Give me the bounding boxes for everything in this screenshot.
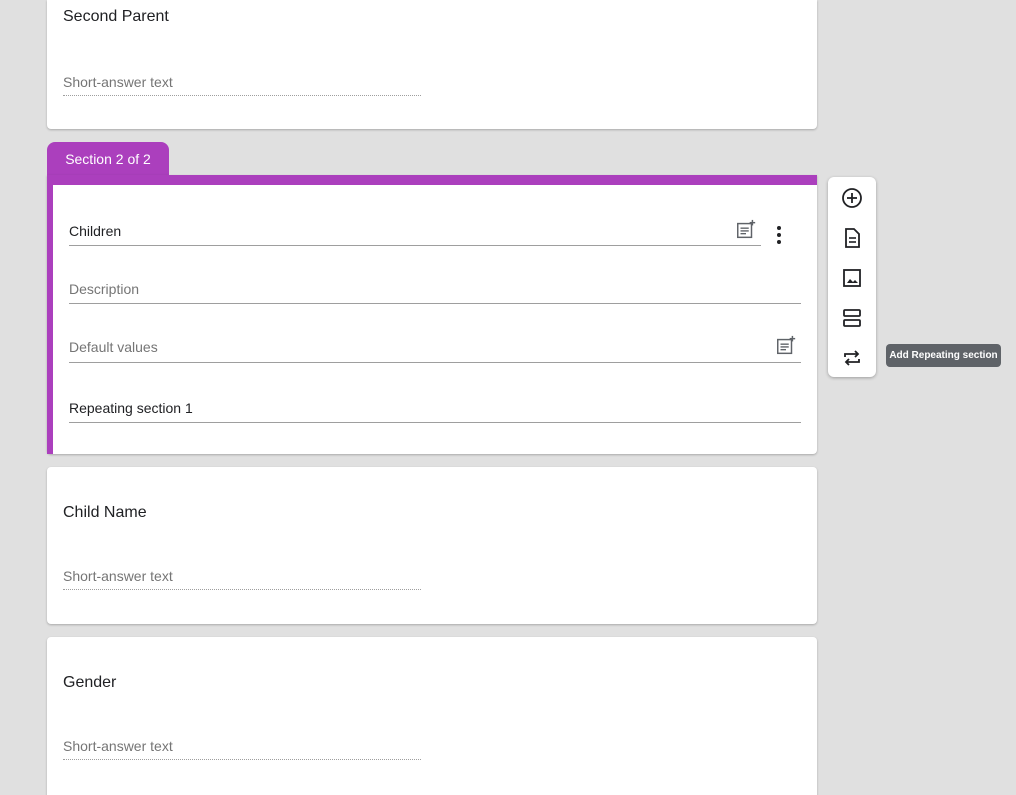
default-values-placeholder: Default values xyxy=(69,339,158,355)
question-card-child-name[interactable]: Child Name Short-answer text xyxy=(47,467,817,624)
tooltip-add-repeating-section: Add Repeating section xyxy=(886,344,1001,367)
description-placeholder: Description xyxy=(69,281,140,297)
section-icon[interactable] xyxy=(839,305,865,331)
title-description-icon[interactable] xyxy=(839,225,865,251)
question-card-second-parent[interactable]: Second Parent Short-answer text xyxy=(47,0,817,129)
question-title: Second Parent xyxy=(63,8,169,25)
repeating-section-name: Repeating section 1 xyxy=(69,400,193,416)
section-title-field[interactable]: Children xyxy=(69,219,761,246)
note-add-icon[interactable] xyxy=(735,219,757,241)
short-answer-field: Short-answer text xyxy=(63,737,421,760)
question-title: Child Name xyxy=(63,504,147,521)
question-card-gender[interactable]: Gender Short-answer text xyxy=(47,637,817,795)
image-icon[interactable] xyxy=(839,265,865,291)
description-field[interactable]: Description xyxy=(69,277,801,304)
floating-toolbar xyxy=(828,177,876,377)
add-circle-icon[interactable] xyxy=(839,185,865,211)
section-title-value: Children xyxy=(69,223,122,239)
short-answer-field: Short-answer text xyxy=(63,567,421,590)
section-header-card[interactable]: Children Description Default values Repe… xyxy=(47,175,817,454)
question-title: Gender xyxy=(63,674,117,691)
section-accent-bar xyxy=(47,175,53,454)
short-answer-field: Short-answer text xyxy=(63,73,421,96)
repeat-icon[interactable] xyxy=(839,345,865,371)
more-options-icon[interactable] xyxy=(769,223,789,247)
repeating-section-name-field[interactable]: Repeating section 1 xyxy=(69,396,801,423)
section-tab: Section 2 of 2 xyxy=(47,142,169,176)
default-values-field[interactable]: Default values xyxy=(69,335,801,363)
note-add-icon[interactable] xyxy=(775,335,797,357)
